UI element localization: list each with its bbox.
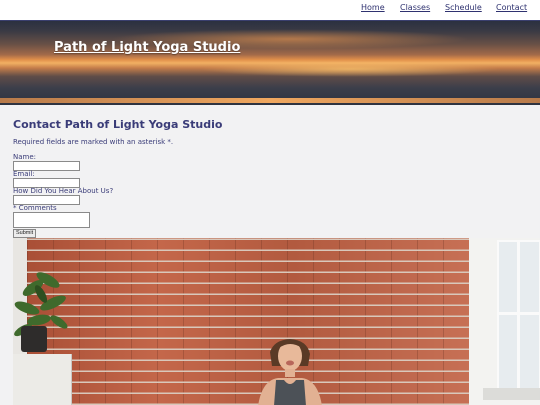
submit-button[interactable]: Submit — [13, 229, 37, 238]
nav-link-contact[interactable]: Contact — [496, 3, 527, 12]
nav-link-schedule[interactable]: Schedule — [445, 3, 482, 12]
referral-label: How Did You Hear About Us? — [13, 187, 114, 195]
person-icon — [258, 339, 322, 405]
horizon-line — [0, 98, 540, 103]
name-label: Name: — [13, 153, 37, 161]
yoga-instructor-photo — [13, 238, 540, 405]
window — [497, 240, 540, 394]
required-note: Required fields are marked with an aster… — [13, 138, 174, 146]
contact-section: Contact Path of Light Yoga Studio Requir… — [13, 118, 533, 238]
page-title: Contact Path of Light Yoga Studio — [13, 118, 223, 131]
comments-label: * Comments — [13, 204, 57, 212]
brick-wall — [27, 238, 471, 405]
comments-field[interactable] — [13, 212, 90, 228]
sunset-glow — [200, 61, 500, 77]
window-shelf — [483, 388, 540, 400]
hero-banner: Path of Light Yoga Studio — [0, 21, 540, 105]
nav-link-home[interactable]: Home — [361, 3, 385, 12]
site-title[interactable]: Path of Light Yoga Studio — [54, 40, 240, 55]
plant-pot — [21, 326, 47, 352]
email-label: Email: — [13, 170, 35, 178]
top-nav: Home Classes Schedule Contact — [0, 0, 540, 21]
cabinet — [13, 354, 72, 405]
nav-link-classes[interactable]: Classes — [400, 3, 430, 12]
